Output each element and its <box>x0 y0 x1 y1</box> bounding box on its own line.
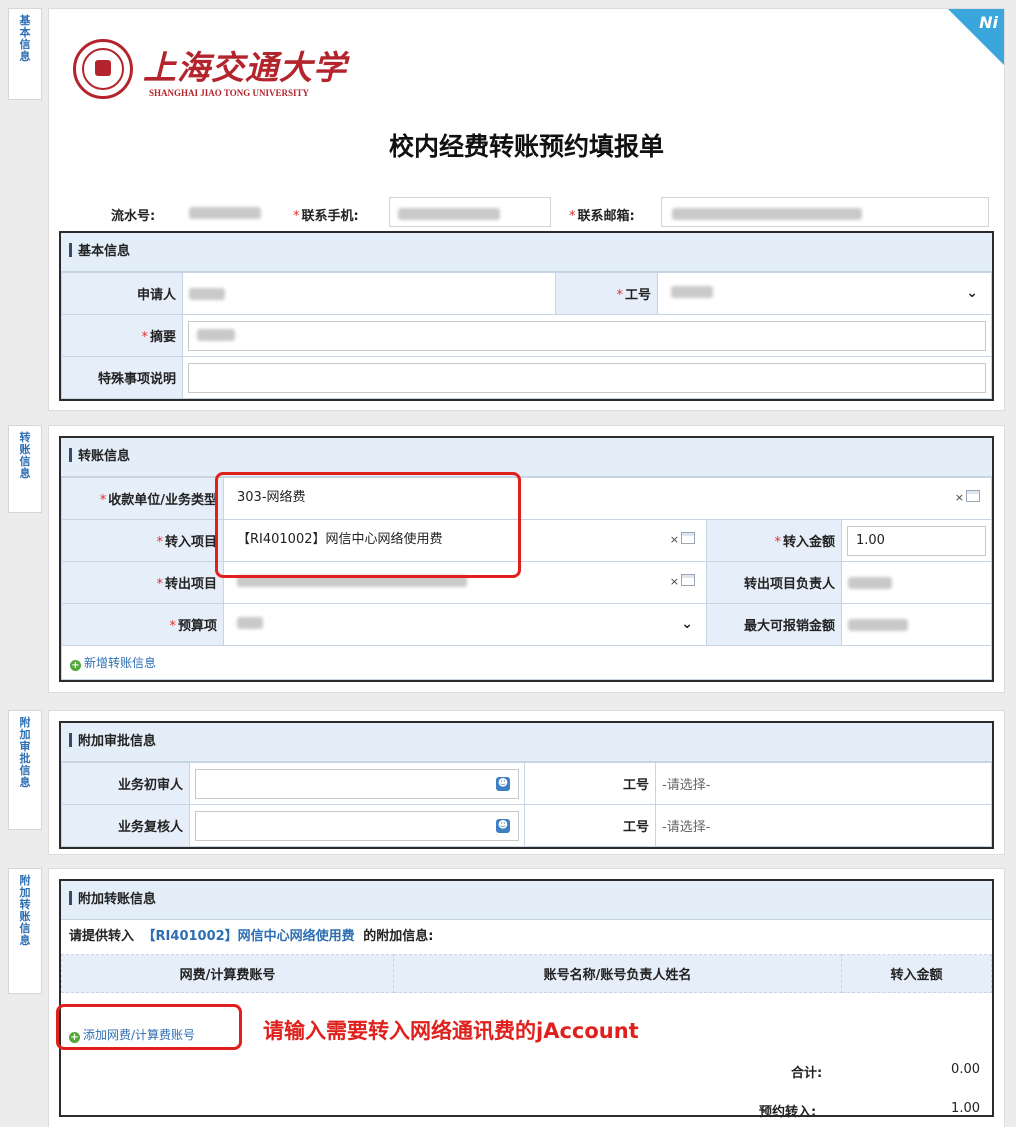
highlight-box <box>215 472 521 578</box>
clear-icon[interactable]: × <box>670 533 679 546</box>
column-header: 网费/计算费账号 <box>61 954 394 993</box>
extra-section: 附加转账信息 请提供转入 【RI401002】网信中心网络使用费 的附加信息: … <box>59 879 994 1120</box>
side-tab-transfer-label: 转账信息 <box>19 431 31 480</box>
staff-no-label: * 工号 <box>555 272 658 315</box>
applicant-value <box>182 272 556 315</box>
side-tab-approval-label: 附加审批信息 <box>19 716 31 789</box>
second-staff-no-select[interactable]: -请选择- <box>655 804 992 847</box>
special-label: 特殊事项说明 <box>61 356 183 399</box>
side-tab-extra[interactable]: 附加转账信息 <box>8 868 42 994</box>
first-reviewer-field[interactable]: ☻ <box>189 762 525 805</box>
second-reviewer-field[interactable]: ☻ <box>189 804 525 847</box>
add-transfer-row: + 新增转账信息 <box>61 645 992 680</box>
in-amount-field[interactable]: 1.00 <box>841 519 992 562</box>
basic-info-header: 基本信息 <box>61 233 992 272</box>
column-header: 转入金额 <box>841 954 992 993</box>
first-reviewer-label: 业务初审人 <box>61 762 190 805</box>
payee-label: * 收款单位/业务类型 <box>61 477 224 520</box>
side-tab-approval[interactable]: 附加审批信息 <box>8 710 42 830</box>
serial-label: 流水号: <box>111 209 156 224</box>
extra-header: 附加转账信息 <box>61 881 992 920</box>
extra-prompt: 请提供转入 【RI401002】网信中心网络使用费 的附加信息: <box>69 929 434 944</box>
total-label: 合计: <box>791 1066 823 1081</box>
corner-badge-text: Ni <box>979 13 998 32</box>
basic-info-section: 基本信息 申请人 * 工号 ⌄ * 摘要 特殊事项说明 <box>59 231 994 401</box>
budget-label: * 预算项 <box>61 603 224 646</box>
reserved-label: 预约转入: <box>759 1105 817 1120</box>
in-project-label: * 转入项目 <box>61 519 224 562</box>
phone-field[interactable] <box>389 197 551 227</box>
transfer-panel: 转账信息 * 收款单位/业务类型 303-网络费 × * 转入项目 【RI401002… <box>48 425 1005 693</box>
staff-no-select[interactable]: ⌄ <box>657 272 992 315</box>
user-picker-icon[interactable]: ☻ <box>496 818 510 833</box>
reserved-value: 1.00 <box>951 1101 980 1116</box>
serial-value <box>189 205 261 220</box>
chevron-down-icon: ⌄ <box>966 284 978 301</box>
side-tab-extra-label: 附加转账信息 <box>19 874 31 947</box>
out-project-label: * 转出项目 <box>61 561 224 604</box>
in-amount-label: * 转入金额 <box>706 519 842 562</box>
phone-label: * 联系手机: <box>293 209 359 224</box>
picker-icon[interactable] <box>681 531 695 544</box>
picker-icon[interactable] <box>966 489 980 502</box>
approval-header: 附加审批信息 <box>61 723 992 762</box>
chevron-down-icon: ⌄ <box>681 615 693 632</box>
special-field[interactable] <box>182 356 992 399</box>
column-header: 账号名称/账号负责人姓名 <box>393 954 842 993</box>
out-manager-value <box>841 561 992 604</box>
transfer-info-header: 转账信息 <box>61 438 992 477</box>
user-picker-icon[interactable]: ☻ <box>496 776 510 791</box>
picker-icon[interactable] <box>681 573 695 586</box>
summary-field[interactable] <box>182 314 992 357</box>
clear-icon[interactable]: × <box>955 491 964 504</box>
extra-table: 网费/计算费账号 账号名称/账号负责人姓名 转入金额 <box>61 954 992 993</box>
extra-project-link[interactable]: 【RI401002】网信中心网络使用费 <box>143 929 355 944</box>
budget-select[interactable]: ⌄ <box>223 603 707 646</box>
side-tab-basic-label: 基本信息 <box>19 14 31 63</box>
approval-section: 附加审批信息 业务初审人 ☻ 工号 -请选择- 业务复核人 ☻ 工号 -请选择- <box>59 721 994 849</box>
university-name-en: SHANGHAI JIAO TONG UNIVERSITY <box>149 88 309 98</box>
annotation-text: 请输入需要转入网络通讯费的jAccount <box>263 1019 639 1043</box>
add-transfer-link[interactable]: + 新增转账信息 <box>70 656 156 671</box>
max-amount-label: 最大可报销金额 <box>706 603 842 646</box>
side-tab-basic[interactable]: 基本信息 <box>8 8 42 100</box>
total-value: 0.00 <box>951 1062 980 1077</box>
first-staff-no-select[interactable]: -请选择- <box>655 762 992 805</box>
clear-icon[interactable]: × <box>670 575 679 588</box>
page-title: 校内经费转账预约填报单 <box>388 132 664 161</box>
email-label: * 联系邮箱: <box>569 209 635 224</box>
second-staff-no-label: 工号 <box>524 804 656 847</box>
university-name-cn: 上海交通大学 <box>143 48 347 87</box>
transfer-info-section: 转账信息 * 收款单位/业务类型 303-网络费 × * 转入项目 【RI401002… <box>59 436 994 682</box>
side-tab-transfer[interactable]: 转账信息 <box>8 425 42 513</box>
applicant-label: 申请人 <box>61 272 183 315</box>
add-icon: + <box>70 660 81 671</box>
approval-panel: 附加审批信息 业务初审人 ☻ 工号 -请选择- 业务复核人 ☻ 工号 -请选择- <box>48 710 1005 855</box>
university-seal-icon <box>73 39 133 99</box>
highlight-box <box>56 1004 242 1050</box>
first-staff-no-label: 工号 <box>524 762 656 805</box>
extra-panel: 附加转账信息 请提供转入 【RI401002】网信中心网络使用费 的附加信息: … <box>48 868 1005 1127</box>
second-reviewer-label: 业务复核人 <box>61 804 190 847</box>
summary-label: * 摘要 <box>61 314 183 357</box>
email-field[interactable] <box>661 197 989 227</box>
max-amount-value <box>841 603 992 646</box>
basic-panel: Ni 上海交通大学 SHANGHAI JIAO TONG UNIVERSITY … <box>48 8 1005 411</box>
out-manager-label: 转出项目负责人 <box>706 561 842 604</box>
